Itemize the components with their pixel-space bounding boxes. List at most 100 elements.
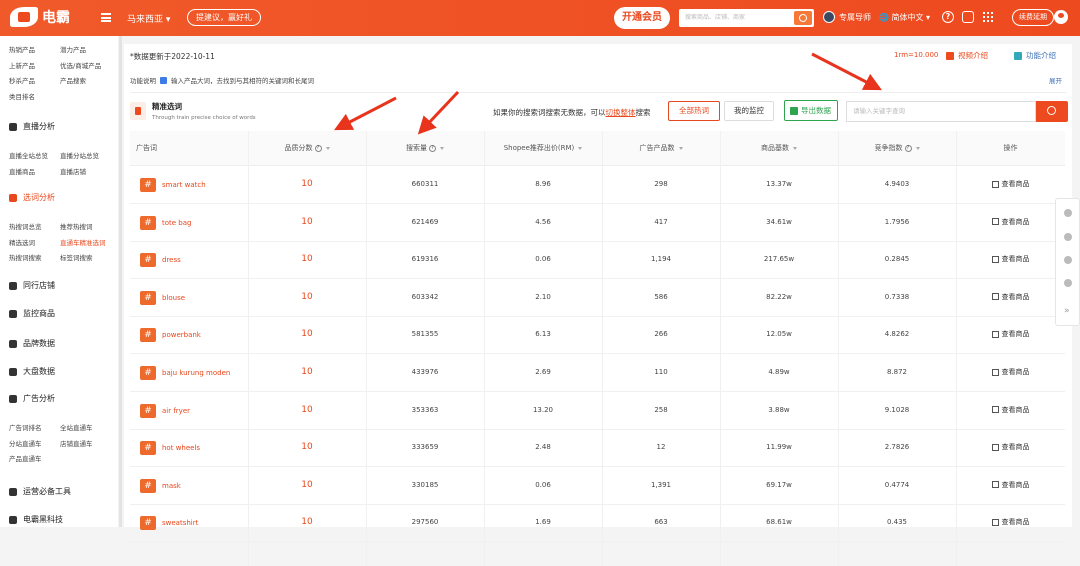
sidebar-item[interactable]: 产品直通车	[9, 453, 42, 463]
sidebar-item[interactable]: 秒杀产品	[9, 75, 35, 85]
sidebar-item[interactable]: 店铺直通车	[60, 438, 93, 448]
view-products-link[interactable]: 查看商品	[956, 241, 1065, 278]
sort-icon[interactable]	[325, 146, 330, 150]
search-icon[interactable]	[1036, 101, 1068, 122]
switch-overall-link[interactable]: 切换整体	[606, 108, 636, 117]
export-button[interactable]: 导出数据	[784, 100, 838, 121]
sidebar-section[interactable]: 监控商品	[9, 308, 55, 319]
sidebar-section[interactable]: 运营必备工具	[9, 486, 71, 497]
view-products-link[interactable]: 查看商品	[956, 354, 1065, 391]
keyword-cell[interactable]: # baju kurung moden	[140, 366, 230, 380]
sidebar-scrollbar[interactable]	[119, 36, 122, 527]
sort-icon[interactable]	[793, 146, 797, 150]
keyword-cell[interactable]: # tote bag	[140, 215, 191, 230]
keyword-cell[interactable]: # sweatshirt	[140, 516, 198, 531]
keyword-search-input[interactable]: 请输入关键字查询	[846, 101, 1036, 122]
sidebar-item[interactable]: 直播商品	[9, 166, 35, 176]
sidebar-item[interactable]: 广告词排名	[9, 422, 42, 432]
sidebar-item[interactable]: 产品搜索	[60, 75, 86, 85]
all-hotwords-button[interactable]: 全部热词	[668, 101, 720, 121]
view-products-link[interactable]: 查看商品	[956, 279, 1065, 316]
sidebar-section[interactable]: 直播分析	[9, 121, 55, 132]
top-search-input[interactable]: 搜索商品、店铺、商家	[679, 9, 814, 27]
column-header[interactable]: 品质分数?	[248, 131, 366, 166]
view-products-link[interactable]: 查看商品	[956, 467, 1065, 504]
column-header[interactable]: 广告产品数	[602, 131, 720, 166]
view-products-link[interactable]: 查看商品	[956, 429, 1065, 466]
view-products-label: 查看商品	[1001, 330, 1030, 339]
expand-link[interactable]: 展开	[1049, 75, 1062, 85]
view-products-link[interactable]: 查看商品	[956, 392, 1065, 429]
menu-icon[interactable]	[101, 13, 111, 22]
view-products-link[interactable]: 查看商品	[956, 204, 1065, 241]
view-products-link[interactable]: 查看商品	[956, 166, 1065, 203]
help-icon[interactable]: ?	[314, 144, 322, 152]
sidebar-item[interactable]: 潜力产品	[60, 44, 86, 54]
help-icon[interactable]: ?	[942, 11, 954, 23]
keyword-cell[interactable]: # air fryer	[140, 403, 190, 418]
help-icon[interactable]: ?	[429, 144, 436, 152]
column-header[interactable]: Shopee推荐出价(RM)	[484, 131, 602, 166]
keyword-cell[interactable]: # blouse	[140, 290, 185, 305]
search-icon[interactable]	[794, 11, 812, 25]
column-header[interactable]: 搜索量?	[366, 131, 484, 166]
wechat-icon[interactable]	[1064, 256, 1072, 264]
column-header[interactable]: 商品基数	[720, 131, 838, 166]
sidebar-item[interactable]: 热搜词搜索	[9, 252, 42, 262]
sidebar-item[interactable]: 直播全站总览	[9, 150, 48, 160]
sort-icon[interactable]	[578, 146, 583, 150]
user-icon[interactable]	[1054, 10, 1068, 24]
handshake-icon[interactable]	[1064, 233, 1072, 241]
sidebar-item[interactable]: 精选选词	[9, 237, 35, 247]
sidebar-item[interactable]: 优选/商城产品	[60, 60, 101, 70]
grid-icon[interactable]	[982, 11, 993, 22]
collapse-icon[interactable]: »	[1064, 307, 1072, 316]
table-cell: 82.22w	[766, 292, 792, 301]
sidebar-item[interactable]: 直播分站总览	[60, 150, 99, 160]
sort-icon[interactable]	[440, 146, 444, 150]
sidebar-item[interactable]: 标签词搜索	[60, 252, 93, 262]
renew-button[interactable]: 续费延期	[1012, 9, 1054, 26]
sidebar-item[interactable]: 分站直通车	[9, 438, 42, 448]
sidebar-item[interactable]: 全站直通车	[60, 422, 93, 432]
sidebar-item[interactable]: 直通车精准选词	[60, 237, 106, 247]
sort-icon[interactable]	[915, 146, 920, 150]
star-icon[interactable]	[1064, 279, 1072, 287]
suggest-button[interactable]: 提建议，赢好礼	[187, 9, 261, 26]
sidebar-item[interactable]: 热销产品	[9, 44, 35, 54]
stack-icon[interactable]	[962, 11, 974, 23]
language-select[interactable]: 🌐 简体中文 ▾	[879, 12, 930, 23]
sidebar-section[interactable]: 品牌数据	[9, 338, 55, 349]
expert-link[interactable]: 专属导师	[823, 11, 871, 23]
sidebar-section[interactable]: 大盘数据	[9, 366, 55, 377]
table-row: # tote bag 10 621469 4.56 417 34.61w 1.7956 查看商品	[130, 204, 1065, 242]
keyword-cell[interactable]: # dress	[140, 253, 181, 268]
open-member-button[interactable]: 开通会员	[614, 7, 670, 29]
keyword-cell[interactable]: # powerbank	[140, 328, 201, 343]
sidebar-section[interactable]: 选词分析	[9, 192, 55, 203]
region-select[interactable]: 马来西亚 ▾	[127, 12, 170, 25]
keyword-cell[interactable]: # hot wheels	[140, 441, 200, 456]
func-intro-link[interactable]: 功能介绍	[1014, 50, 1056, 61]
sidebar-item[interactable]: 上新产品	[9, 60, 35, 70]
my-monitor-button[interactable]: 我的监控	[724, 101, 774, 121]
help-icon[interactable]: ?	[904, 144, 912, 152]
section-icon	[9, 193, 17, 202]
brand-logo[interactable]: 电霸	[10, 7, 70, 27]
sidebar-section[interactable]: 广告分析	[9, 393, 55, 404]
view-products-link[interactable]: 查看商品	[956, 504, 1065, 541]
sidebar-item[interactable]: 热搜词总览	[9, 221, 42, 231]
column-header[interactable]: 竞争指数?	[838, 131, 956, 166]
sidebar-section[interactable]: 同行店铺	[9, 280, 55, 291]
view-products-link[interactable]: 查看商品	[956, 316, 1065, 353]
sidebar-item[interactable]: 直播店铺	[60, 166, 86, 176]
chat-icon[interactable]	[1064, 209, 1072, 217]
video-intro-link[interactable]: 视频介绍	[946, 50, 988, 61]
sidebar-item[interactable]: 类目排名	[9, 91, 35, 101]
keyword-cell[interactable]: # mask	[140, 478, 181, 493]
keyword-cell[interactable]: # smart watch	[140, 178, 206, 192]
sidebar-section[interactable]: 电霸黑科技	[9, 514, 63, 525]
document-icon	[991, 518, 999, 526]
sort-icon[interactable]	[678, 146, 683, 150]
sidebar-item[interactable]: 推荐热搜词	[60, 221, 93, 231]
